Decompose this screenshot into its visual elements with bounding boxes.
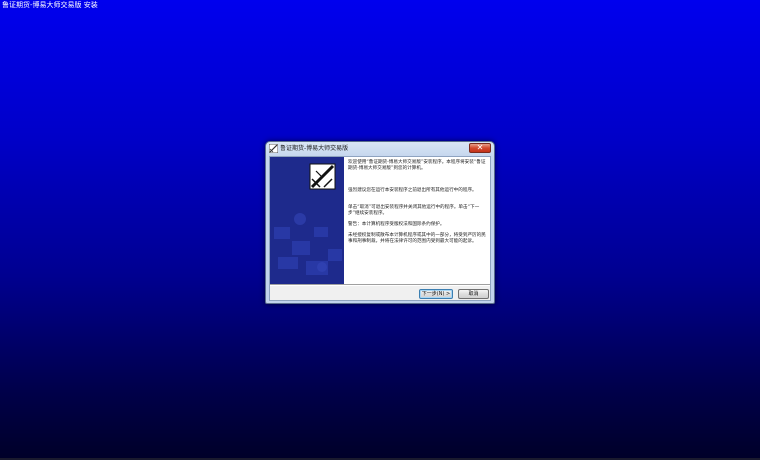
welcome-content: 欢迎使用“鲁证期货-博易大师交易版”安装程序。本程序将安装“鲁证期货-博易大师交… bbox=[344, 157, 490, 284]
button-divider bbox=[270, 284, 490, 286]
logo-icon bbox=[309, 163, 336, 190]
close-button[interactable]: ✕ bbox=[469, 143, 491, 153]
next-button[interactable]: 下一步(N) > bbox=[419, 289, 453, 299]
side-banner bbox=[270, 157, 344, 284]
installer-window-title: 鲁证期货-博易大师交易版 安装 bbox=[2, 1, 98, 9]
warning-text: 警告：本计算机程序受版权法和国际条约保护。 bbox=[348, 222, 445, 227]
copyright-text: 未经授权复制或散布本计算机程序或其中的一部分，将受到严厉的民事和刑事制裁，并将在… bbox=[348, 233, 486, 244]
advice-text: 强烈建议您在运行本安装程序之前退出所有其他运行中的程序。 bbox=[348, 188, 477, 193]
instructions-text: 单击“取消”可退出安装程序并关闭其他运行中的程序。单击“下一步”继续安装程序。 bbox=[348, 205, 480, 216]
dialog-title: 鲁证期货-博易大师交易版 bbox=[280, 145, 349, 152]
dialog-titlebar[interactable]: 鲁证期货-博易大师交易版 ✕ bbox=[266, 142, 494, 155]
close-icon: ✕ bbox=[476, 143, 484, 152]
installer-icon bbox=[269, 144, 278, 153]
dialog-client-area: 欢迎使用“鲁证期货-博易大师交易版”安装程序。本程序将安装“鲁证期货-博易大师交… bbox=[269, 156, 491, 301]
banner-graphic bbox=[270, 157, 344, 284]
setup-dialog: 鲁证期货-博易大师交易版 ✕ 欢迎使用“鲁证期货-博易大师交易版”安装程序。本程… bbox=[265, 141, 495, 304]
cancel-button[interactable]: 取消 bbox=[458, 289, 489, 299]
welcome-text: 欢迎使用“鲁证期货-博易大师交易版”安装程序。本程序将安装“鲁证期货-博易大师交… bbox=[348, 160, 486, 171]
